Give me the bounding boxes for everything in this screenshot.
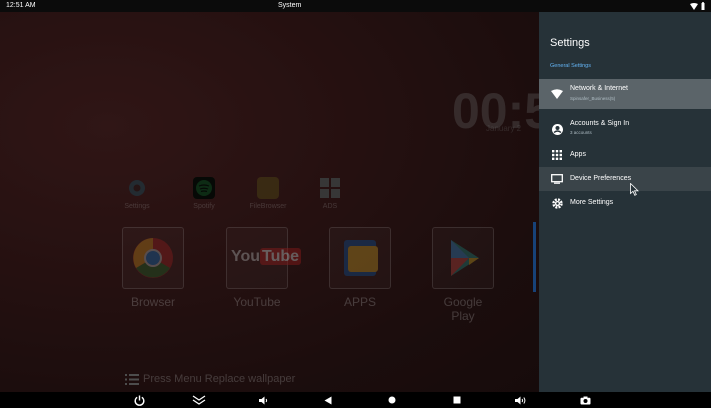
status-bar: 12:51 AM System <box>0 0 711 12</box>
navigation-bar <box>0 392 711 408</box>
account-icon <box>551 123 563 135</box>
power-button[interactable] <box>132 394 146 406</box>
settings-item-accounts[interactable]: Accounts & Sign In 3 accounts <box>539 115 711 143</box>
screenshot-button[interactable] <box>578 394 592 406</box>
volume-up-icon <box>515 396 526 404</box>
settings-item-apps[interactable]: Apps <box>539 143 711 167</box>
settings-item-sub: 3 accounts <box>570 130 592 135</box>
gear-icon <box>551 197 563 209</box>
volume-up-button[interactable] <box>514 394 528 406</box>
status-icons <box>690 2 705 10</box>
settings-item-label: Apps <box>570 151 586 158</box>
power-icon <box>134 395 144 406</box>
settings-item-more-settings[interactable]: More Settings <box>539 191 711 215</box>
volume-down-button[interactable] <box>257 394 271 406</box>
settings-item-label: More Settings <box>570 199 614 206</box>
settings-item-device-preferences[interactable]: Device Preferences <box>539 167 711 191</box>
volume-down-icon <box>259 396 268 404</box>
recents-button[interactable] <box>450 394 464 406</box>
status-time: 12:51 AM <box>6 2 36 9</box>
home-circle-icon <box>388 396 396 404</box>
wifi-status-icon <box>690 2 698 10</box>
monitor-icon <box>551 173 563 185</box>
status-title: System <box>278 2 302 9</box>
collapse-button[interactable] <box>192 394 206 406</box>
settings-panel: Settings General Settings Network & Inte… <box>539 12 711 392</box>
battery-icon <box>701 2 705 10</box>
settings-item-sub: Spinsafer_Business(5) <box>570 96 616 101</box>
back-triangle-icon <box>324 396 332 404</box>
apps-grid-icon <box>551 149 563 161</box>
launcher-dim-overlay <box>0 12 539 392</box>
home-button[interactable] <box>385 394 399 406</box>
settings-item-label: Device Preferences <box>570 175 632 182</box>
settings-item-network[interactable]: Network & Internet Spinsafer_Business(5) <box>539 79 711 109</box>
settings-item-label: Network & Internet <box>570 85 628 92</box>
camera-icon <box>580 396 590 404</box>
launcher-home: 00:5 January 2 Settings Spotify FileBrow… <box>0 12 539 392</box>
wifi-icon <box>551 88 563 100</box>
launcher-edge-indicator <box>533 222 536 292</box>
section-general-settings: General Settings <box>550 63 591 69</box>
settings-title: Settings <box>550 37 590 49</box>
double-chevron-down-icon <box>192 395 206 405</box>
settings-item-label: Accounts & Sign In <box>570 120 630 127</box>
back-button[interactable] <box>321 394 335 406</box>
recents-square-icon <box>453 396 461 404</box>
mouse-cursor-icon <box>630 183 639 196</box>
